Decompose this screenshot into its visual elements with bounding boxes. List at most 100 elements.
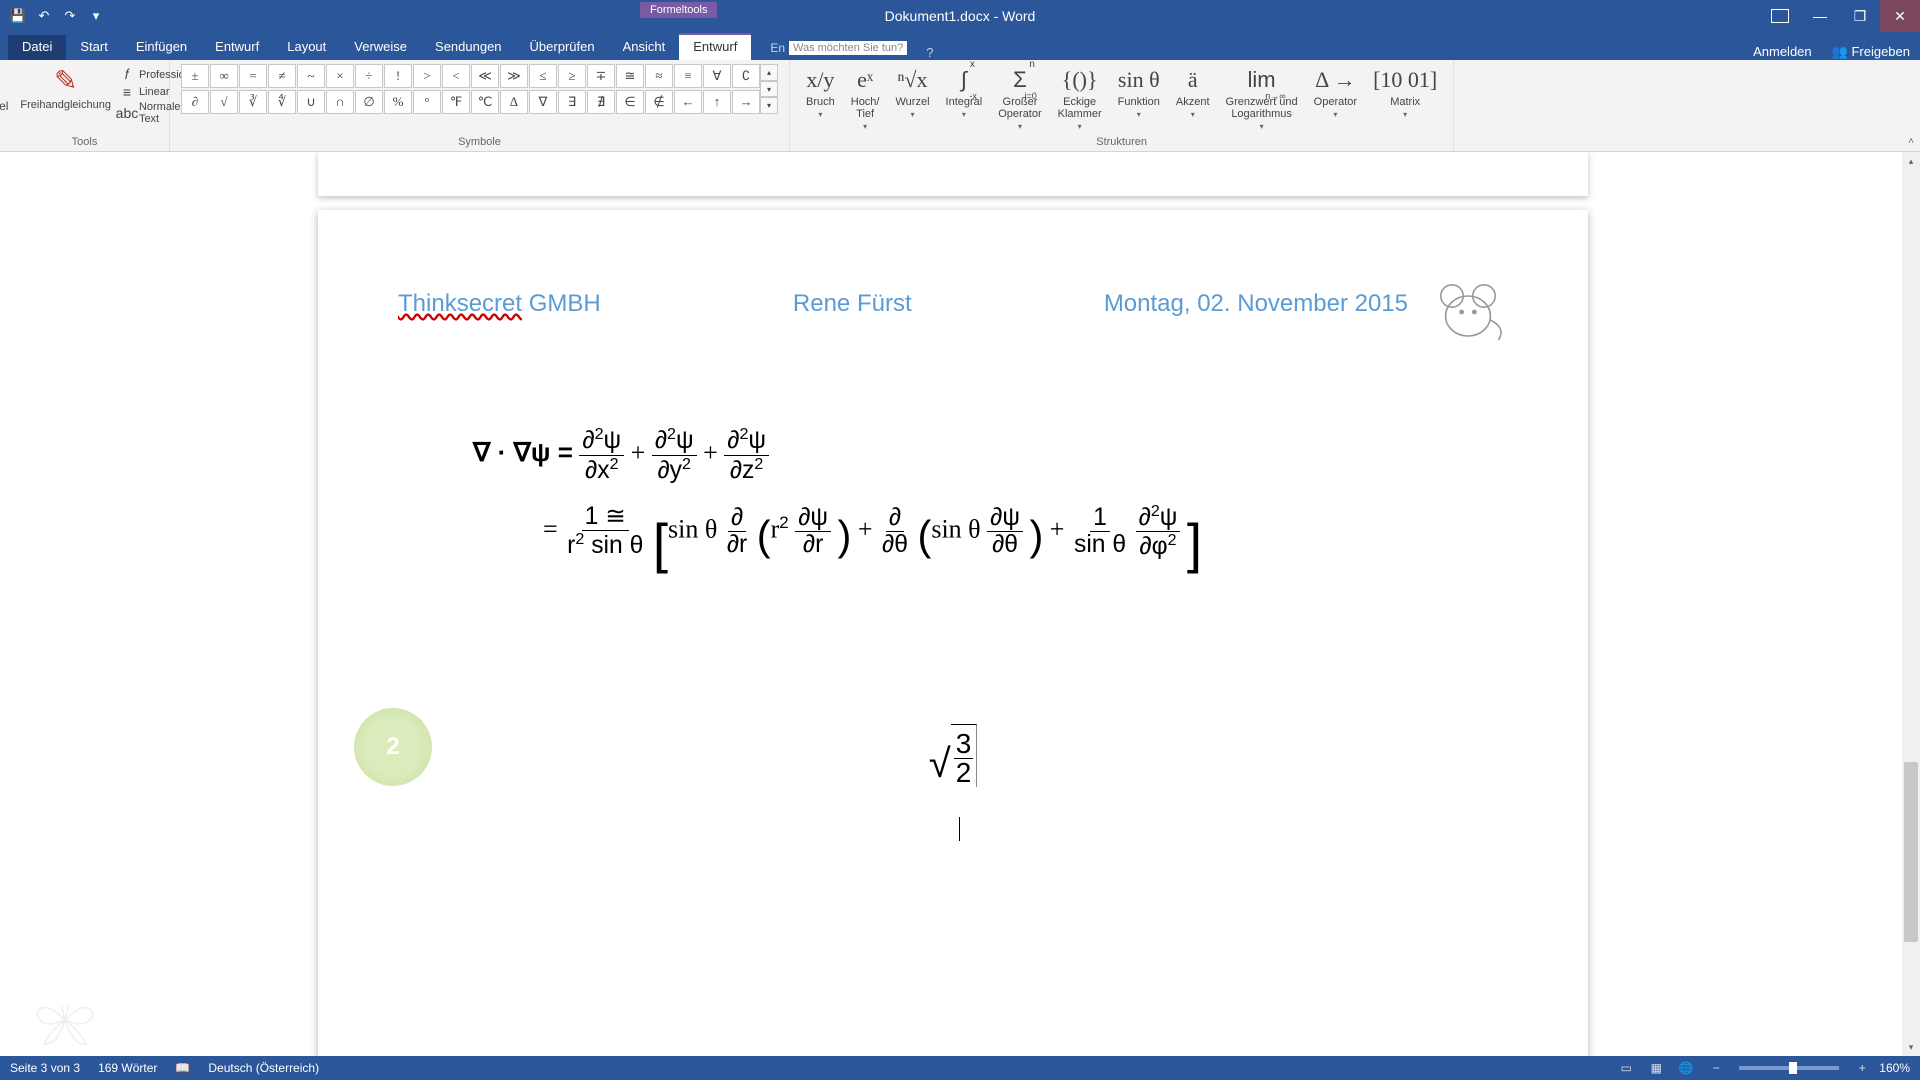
close-button[interactable]: ✕ [1880, 0, 1920, 32]
sqrt-equation[interactable]: √ 32 [318, 604, 1588, 848]
scroll-thumb[interactable] [1904, 762, 1918, 942]
symbol-cell[interactable]: ∓ [587, 64, 615, 88]
page[interactable]: Thinksecret GMBH Rene Fürst Montag, 02. … [318, 210, 1588, 1056]
zoom-level[interactable]: 160% [1879, 1061, 1910, 1075]
tab-datei[interactable]: Datei [8, 35, 66, 60]
formel-button[interactable]: π Formel ▾ [0, 64, 12, 127]
struct-akzent[interactable]: äAkzent▾ [1170, 64, 1216, 133]
freigeben-button[interactable]: 👥 Freigeben [1832, 44, 1910, 60]
tab-entwurf[interactable]: Entwurf [201, 35, 273, 60]
symbol-cell[interactable]: √ [210, 90, 238, 114]
symbol-cell[interactable]: ∃ [558, 90, 586, 114]
tab-ueberpruefen[interactable]: Überprüfen [516, 35, 609, 60]
struct-hoch[interactable]: eˣHoch/ Tief▾ [845, 64, 886, 133]
minimize-button[interactable]: — [1800, 0, 1840, 32]
struct-bruch[interactable]: x/yBruch▾ [800, 64, 841, 133]
symbol-cell[interactable]: ≤ [529, 64, 557, 88]
symbol-cell[interactable]: ≡ [674, 64, 702, 88]
symbol-cell[interactable]: ℃ [471, 90, 499, 114]
symbol-cell[interactable]: ← [674, 90, 702, 114]
web-layout-button[interactable]: 🌐 [1673, 1059, 1699, 1077]
symbol-cell[interactable]: > [413, 64, 441, 88]
symbol-cell[interactable]: ∛ [239, 90, 267, 114]
collapse-ribbon-button[interactable]: ˄ [1908, 136, 1914, 147]
symbol-cell[interactable]: ∅ [355, 90, 383, 114]
symbol-cell[interactable]: ∆ [500, 90, 528, 114]
tab-sendungen[interactable]: Sendungen [421, 35, 516, 60]
tab-entwurf-formel[interactable]: Entwurf [679, 33, 751, 60]
equation-block[interactable]: ∇ · ∇ψ = ∂2ψ∂x2 + ∂2ψ∂y2 + ∂2ψ∂z2 = 1 ≅r… [318, 344, 1588, 604]
struct-großer[interactable]: Σni=0Großer Operator▾ [992, 64, 1047, 133]
symbol-cell[interactable]: ℉ [442, 90, 470, 114]
proofing-icon[interactable]: 📖 [175, 1061, 190, 1075]
symbol-cell[interactable]: ± [181, 64, 209, 88]
struct-operator[interactable]: Δ →Operator▾ [1308, 64, 1363, 133]
tab-layout[interactable]: Layout [273, 35, 340, 60]
struct-grenzwert[interactable]: limn→∞Grenzwert und Logarithmus▾ [1220, 64, 1304, 133]
document-area: Thinksecret GMBH Rene Fürst Montag, 02. … [0, 152, 1920, 1056]
word-count[interactable]: 169 Wörter [98, 1061, 157, 1075]
freihand-button[interactable]: ✎ Freihandgleichung [16, 64, 115, 127]
symbols-scroll-up[interactable]: ▴ [760, 64, 778, 81]
symbol-cell[interactable]: ≠ [268, 64, 296, 88]
print-layout-button[interactable]: ▦ [1643, 1059, 1669, 1077]
tab-verweise[interactable]: Verweise [340, 35, 421, 60]
symbol-cell[interactable]: ∄ [587, 90, 615, 114]
help-button[interactable]: ? [926, 45, 933, 60]
tell-me-box[interactable]: En Was möchten Sie tun? [763, 36, 914, 60]
symbol-cell[interactable]: → [732, 90, 760, 114]
page-indicator[interactable]: Seite 3 von 3 [10, 1061, 80, 1075]
symbol-cell[interactable]: ∞ [210, 64, 238, 88]
struct-integral[interactable]: ∫x-xIntegral▾ [940, 64, 989, 133]
qat-more-button[interactable]: ▾ [84, 4, 108, 28]
zoom-out-button[interactable]: − [1703, 1059, 1729, 1077]
symbols-expand[interactable]: ▾ [760, 97, 778, 114]
undo-button[interactable]: ↶ [32, 4, 56, 28]
anmelden-link[interactable]: Anmelden [1753, 44, 1812, 60]
sqrt-numerator[interactable]: 3 [954, 730, 974, 759]
struct-eckige[interactable]: {()}Eckige Klammer▾ [1052, 64, 1108, 133]
redo-button[interactable]: ↷ [58, 4, 82, 28]
symbol-cell[interactable]: ∜ [268, 90, 296, 114]
scroll-down-button[interactable]: ▾ [1902, 1038, 1920, 1056]
sqrt-denominator[interactable]: 2 [956, 759, 972, 787]
ribbon-display-options[interactable] [1760, 0, 1800, 32]
vertical-scrollbar[interactable]: ▴ ▾ [1902, 152, 1920, 1056]
symbol-cell[interactable]: ≈ [645, 64, 673, 88]
zoom-slider[interactable] [1739, 1066, 1839, 1070]
tab-ansicht[interactable]: Ansicht [609, 35, 680, 60]
symbol-cell[interactable]: ∈ [616, 90, 644, 114]
symbol-cell[interactable]: ∉ [645, 90, 673, 114]
save-button[interactable]: 💾 [6, 4, 30, 28]
symbol-cell[interactable]: ~ [297, 64, 325, 88]
symbol-cell[interactable]: ! [384, 64, 412, 88]
read-mode-button[interactable]: ▭ [1613, 1059, 1639, 1077]
symbol-cell[interactable]: ° [413, 90, 441, 114]
symbol-cell[interactable]: ∁ [732, 64, 760, 88]
struct-matrix[interactable]: [10 01]Matrix▾ [1367, 64, 1443, 133]
scroll-up-button[interactable]: ▴ [1902, 152, 1920, 170]
symbol-cell[interactable]: ≫ [500, 64, 528, 88]
symbol-cell[interactable]: ÷ [355, 64, 383, 88]
symbol-cell[interactable]: = [239, 64, 267, 88]
symbol-cell[interactable]: ∂ [181, 90, 209, 114]
zoom-in-button[interactable]: + [1849, 1059, 1875, 1077]
symbols-scroll-down[interactable]: ▾ [760, 81, 778, 98]
restore-button[interactable]: ❐ [1840, 0, 1880, 32]
symbol-cell[interactable]: × [326, 64, 354, 88]
symbol-cell[interactable]: ∀ [703, 64, 731, 88]
symbol-cell[interactable]: ∇ [529, 90, 557, 114]
symbol-cell[interactable]: ∪ [297, 90, 325, 114]
symbol-cell[interactable]: < [442, 64, 470, 88]
struct-funktion[interactable]: sin θFunktion▾ [1112, 64, 1166, 133]
symbol-cell[interactable]: % [384, 90, 412, 114]
struct-wurzel[interactable]: ⁿ√xWurzel▾ [890, 64, 936, 133]
tab-start[interactable]: Start [66, 35, 121, 60]
tab-einfuegen[interactable]: Einfügen [122, 35, 201, 60]
symbol-cell[interactable]: ≪ [471, 64, 499, 88]
symbol-cell[interactable]: ↑ [703, 90, 731, 114]
symbol-cell[interactable]: ∩ [326, 90, 354, 114]
language-indicator[interactable]: Deutsch (Österreich) [208, 1061, 319, 1075]
symbol-cell[interactable]: ≥ [558, 64, 586, 88]
symbol-cell[interactable]: ≅ [616, 64, 644, 88]
